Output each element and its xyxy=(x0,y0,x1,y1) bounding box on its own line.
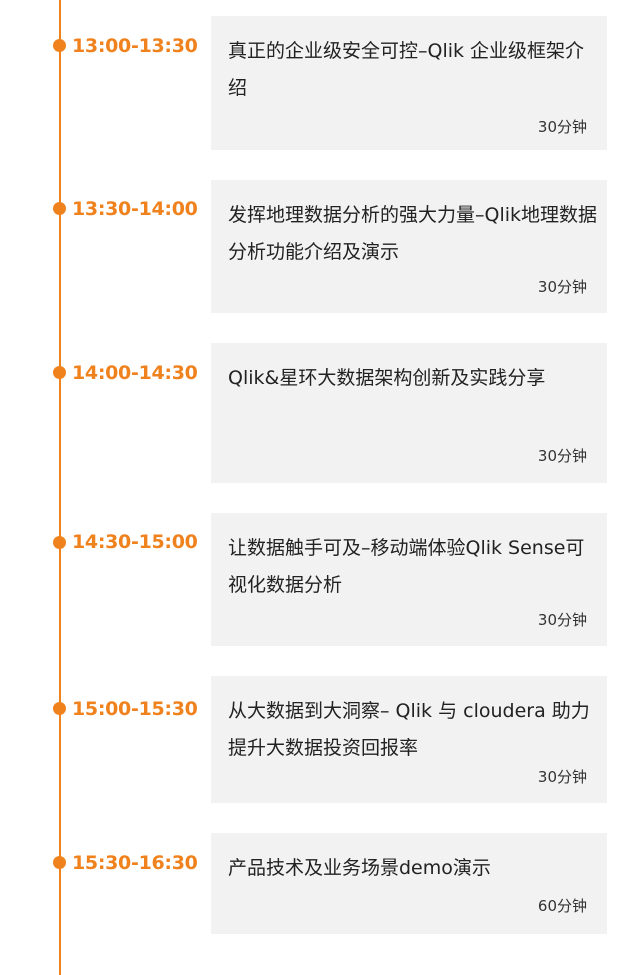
session-title: Qlik&星环大数据架构创新及实践分享 xyxy=(228,367,546,389)
session-duration: 30分钟 xyxy=(537,611,587,629)
session-card: 发挥地理数据分析的强大力量–Qlik地理数据分析功能介绍及演示 30分钟 xyxy=(211,180,607,313)
session-duration: 30分钟 xyxy=(537,118,587,136)
session-card: 产品技术及业务场景demo演示 60分钟 xyxy=(211,833,607,934)
session-card: 让数据触手可及–移动端体验Qlik Sense可视化数据分析 30分钟 xyxy=(211,513,607,646)
timeline-dot xyxy=(53,856,66,869)
timeline-line xyxy=(59,0,61,975)
session-card: 从大数据到大洞察– Qlik 与 cloudera 助力提升大数据投资回报率 3… xyxy=(211,676,607,803)
session-duration: 60分钟 xyxy=(537,897,587,915)
session-time: 13:30-14:00 xyxy=(72,198,198,220)
session-title: 产品技术及业务场景demo演示 xyxy=(228,857,491,879)
session-time: 13:00-13:30 xyxy=(72,35,198,57)
session-title: 发挥地理数据分析的强大力量–Qlik地理数据分析功能介绍及演示 xyxy=(228,204,598,263)
timeline-dot xyxy=(53,366,66,379)
timeline-dot xyxy=(53,202,66,215)
session-time: 15:30-16:30 xyxy=(72,852,198,874)
session-duration: 30分钟 xyxy=(537,768,587,786)
session-time: 15:00-15:30 xyxy=(72,698,198,720)
session-title: 让数据触手可及–移动端体验Qlik Sense可视化数据分析 xyxy=(228,537,585,596)
timeline-dot xyxy=(53,39,66,52)
timeline-dot xyxy=(53,536,66,549)
session-card: 真正的企业级安全可控–Qlik 企业级框架介绍 30分钟 xyxy=(211,16,607,150)
session-title: 从大数据到大洞察– Qlik 与 cloudera 助力提升大数据投资回报率 xyxy=(228,700,590,759)
session-title: 真正的企业级安全可控–Qlik 企业级框架介绍 xyxy=(228,40,585,99)
session-time: 14:30-15:00 xyxy=(72,531,198,553)
session-duration: 30分钟 xyxy=(537,447,587,465)
timeline-dot xyxy=(53,702,66,715)
session-card: Qlik&星环大数据架构创新及实践分享 30分钟 xyxy=(211,343,607,483)
session-time: 14:00-14:30 xyxy=(72,362,198,384)
session-duration: 30分钟 xyxy=(537,278,587,296)
